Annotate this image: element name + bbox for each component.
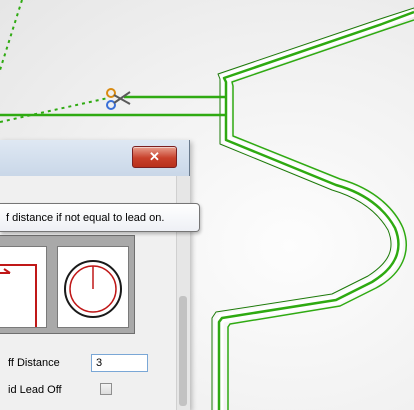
lead-off-distance-label: ff Distance: [8, 357, 60, 369]
avoid-lead-off-label: id Lead Off: [8, 384, 62, 396]
part-profile: [211, 7, 414, 410]
lead-off-distance-input[interactable]: [91, 354, 148, 372]
scrollbar-thumb[interactable]: [179, 296, 187, 406]
avoid-lead-off-checkbox[interactable]: [100, 383, 112, 395]
close-button[interactable]: ✕: [132, 146, 177, 168]
rapid-moves: [0, 0, 109, 123]
lead-preview-icon: [0, 246, 47, 328]
lead-preview-panel: [0, 235, 135, 334]
scissors-icon[interactable]: [103, 86, 133, 112]
dialog-titlebar[interactable]: ✕: [0, 140, 189, 177]
tool-circle-icon: [57, 246, 129, 328]
tooltip: f distance if not equal to lead on.: [0, 203, 200, 232]
